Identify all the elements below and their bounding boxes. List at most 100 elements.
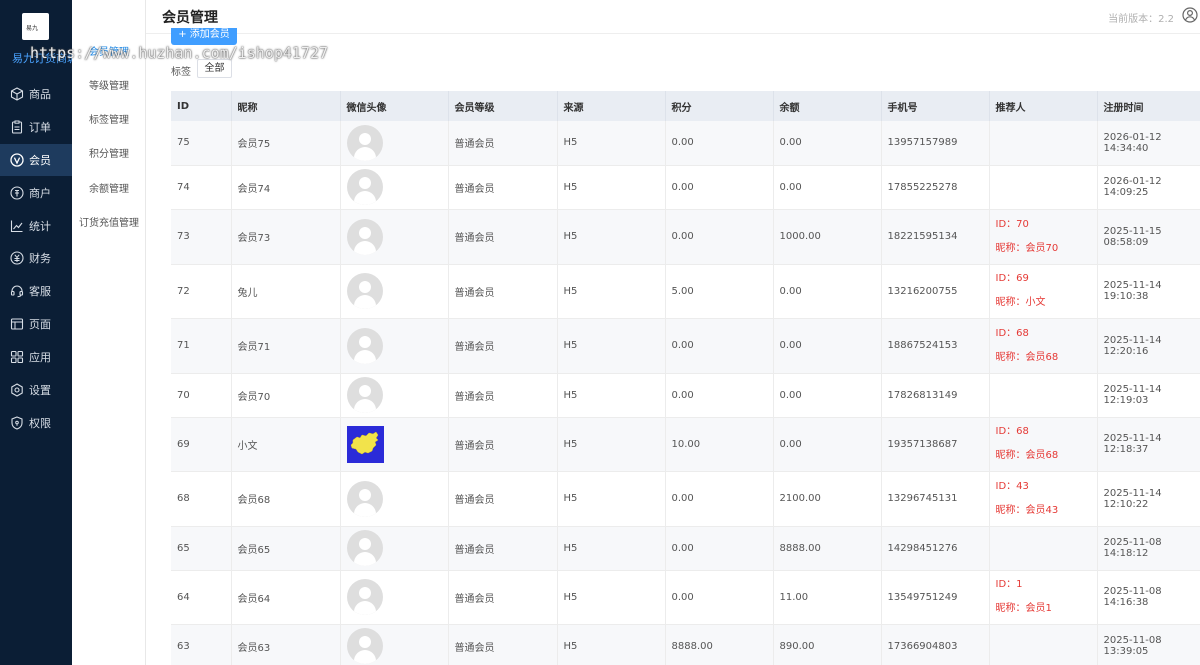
cell-id: 65 [171, 526, 232, 571]
cell-points: 0.00 [665, 209, 774, 265]
page-header: 会员管理 当前版本：2.2 [146, 0, 1200, 34]
column-header: 昵称 [231, 91, 341, 121]
referrer-cell [989, 526, 1098, 571]
tag-filter-all-button[interactable]: 全部 [197, 59, 232, 78]
referrer-nickname: 昵称：会员68 [995, 351, 1059, 363]
avatar-cell [340, 570, 449, 625]
cell-points: 5.00 [665, 264, 774, 319]
nav-item-1[interactable]: 订单 [0, 111, 72, 143]
cell-balance: 0.00 [773, 264, 882, 319]
avatar [346, 480, 383, 517]
user-icon[interactable] [1182, 7, 1198, 23]
column-header: 来源 [557, 91, 666, 121]
logo[interactable]: 易九 [22, 13, 49, 40]
nav-item-2[interactable]: 会员 [0, 144, 72, 176]
table-row[interactable]: 73 会员73 普通会员 H5 0.00 1000.00 18221595134 ID：70 昵… [171, 209, 1200, 265]
submenu-item-3[interactable]: 积分管理 [72, 145, 146, 160]
table-row[interactable]: 70 会员70 普通会员 H5 0.00 0.00 17826813149 2025-11-1… [171, 373, 1200, 418]
referrer-cell [989, 165, 1098, 210]
avatar-cell [340, 373, 449, 418]
avatar [346, 327, 383, 364]
cell-id: 75 [171, 121, 232, 166]
cell-phone: 17855225278 [881, 165, 990, 210]
referrer-cell: ID：43 昵称：会员43 [989, 471, 1098, 527]
referrer-cell: ID：70 昵称：会员70 [989, 209, 1098, 265]
column-header: 余额 [773, 91, 882, 121]
submenu-item-0[interactable]: 会员管理 [72, 43, 146, 58]
cell-level: 普通会员 [448, 165, 558, 210]
column-header: ID [171, 91, 232, 121]
cell-phone: 19357138687 [881, 417, 990, 472]
cell-nick: 兔儿 [231, 264, 341, 319]
nav-item-label: 权限 [29, 417, 51, 430]
add-member-button[interactable]: + 添加会员 [171, 28, 237, 45]
table-row[interactable]: 75 会员75 普通会员 H5 0.00 0.00 13957157989 2026-01-1… [171, 121, 1200, 166]
cell-time: 2025-11-15 08:58:09 [1097, 209, 1200, 265]
nav-item-label: 商户 [29, 187, 51, 200]
referrer-nickname: 昵称：小文 [995, 297, 1046, 308]
nav-item-8[interactable]: 应用 [0, 341, 72, 373]
table-row[interactable]: 65 会员65 普通会员 H5 0.00 8888.00 14298451276 2025-1… [171, 526, 1200, 571]
cell-balance: 11.00 [773, 570, 882, 625]
column-header: 微信头像 [340, 91, 449, 121]
table-row[interactable]: 69 小文 普通会员 H5 10.00 0.00 19357138687 ID：68 昵称：会员… [171, 417, 1200, 472]
table-row[interactable]: 71 会员71 普通会员 H5 0.00 0.00 18867524153 ID：68 昵称：会… [171, 318, 1200, 374]
nav-item-6[interactable]: 客服 [0, 275, 72, 307]
avatar-cell [340, 417, 449, 472]
cell-balance: 0.00 [773, 121, 882, 166]
nav-item-9[interactable]: 设置 [0, 374, 72, 406]
nav-item-label: 设置 [29, 384, 51, 397]
member-table: ID 昵称 微信头像 会员等级 来源 积分 余额 手机号 推荐人 注册时间 75 会员75 普通会员 H… [171, 91, 1200, 665]
column-header: 积分 [665, 91, 774, 121]
submenu-item-5[interactable]: 订货充值管理 [72, 214, 146, 229]
table-row[interactable]: 74 会员74 普通会员 H5 0.00 0.00 17855225278 2026-01-1… [171, 165, 1200, 210]
referrer-nickname: 昵称：会员43 [995, 504, 1059, 516]
logo-text: 易九 [26, 25, 39, 32]
chart-line-icon [10, 219, 24, 233]
nav-item-10[interactable]: 权限 [0, 407, 72, 439]
submenu-item-2[interactable]: 标签管理 [72, 111, 146, 126]
apps-icon [10, 350, 24, 364]
cell-id: 69 [171, 417, 232, 472]
table-row[interactable]: 68 会员68 普通会员 H5 0.00 2100.00 13296745131 ID：43 昵… [171, 471, 1200, 527]
avatar [346, 377, 383, 413]
nav-item-5[interactable]: 财务 [0, 242, 72, 274]
cell-level: 普通会员 [448, 570, 558, 625]
brand-name: 易九订货商城 [12, 52, 78, 65]
member-v-icon [10, 153, 24, 167]
cell-balance: 0.00 [773, 417, 882, 472]
table-row[interactable]: 72 兔儿 普通会员 H5 5.00 0.00 13216200755 ID：69 昵称：小文 2… [171, 264, 1200, 319]
cell-id: 73 [171, 209, 232, 265]
referrer-cell: ID：1 昵称：会员1 [989, 570, 1098, 625]
nav-item-4[interactable]: 统计 [0, 210, 72, 242]
cell-points: 0.00 [665, 373, 774, 418]
secondary-menu: 会员管理等级管理标签管理积分管理余额管理订货充值管理 [72, 0, 146, 665]
referrer-id: ID：68 [995, 426, 1029, 437]
cell-time: 2026-01-12 14:34:40 [1097, 121, 1200, 166]
nav-item-0[interactable]: 商品 [0, 78, 72, 110]
nav-item-label: 财务 [29, 252, 51, 265]
nav-item-3[interactable]: 商户 [0, 177, 72, 209]
submenu-item-1[interactable]: 等级管理 [72, 77, 146, 92]
finance-icon [10, 251, 24, 265]
cell-phone: 13296745131 [881, 471, 990, 527]
cell-source: H5 [557, 471, 666, 527]
cell-level: 普通会员 [448, 417, 558, 472]
referrer-id: ID：68 [995, 327, 1029, 339]
referrer-cell: ID：68 昵称：会员68 [989, 318, 1098, 374]
nav-item-7[interactable]: 页面 [0, 308, 72, 340]
table-row[interactable]: 63 会员63 普通会员 H5 8888.00 890.00 17366904803 2025… [171, 624, 1200, 665]
avatar-cell [340, 318, 449, 374]
cell-time: 2025-11-08 14:16:38 [1097, 570, 1200, 625]
cell-id: 72 [171, 264, 232, 319]
page-title: 会员管理 [162, 10, 218, 26]
nav-item-label: 统计 [29, 220, 51, 233]
submenu-item-4[interactable]: 余额管理 [72, 180, 146, 195]
nav-item-label: 页面 [29, 318, 51, 331]
referrer-nickname: 昵称：会员68 [995, 450, 1059, 461]
cell-nick: 会员68 [231, 471, 341, 527]
column-header: 会员等级 [448, 91, 558, 121]
referrer-id: ID：70 [995, 218, 1029, 230]
table-row[interactable]: 64 会员64 普通会员 H5 0.00 11.00 13549751249 ID：1 昵称：会… [171, 570, 1200, 625]
primary-sidebar: 易九 易九订货商城 商品 订单 会员商户统计财务客服页面应用设置权限 [0, 0, 78, 665]
